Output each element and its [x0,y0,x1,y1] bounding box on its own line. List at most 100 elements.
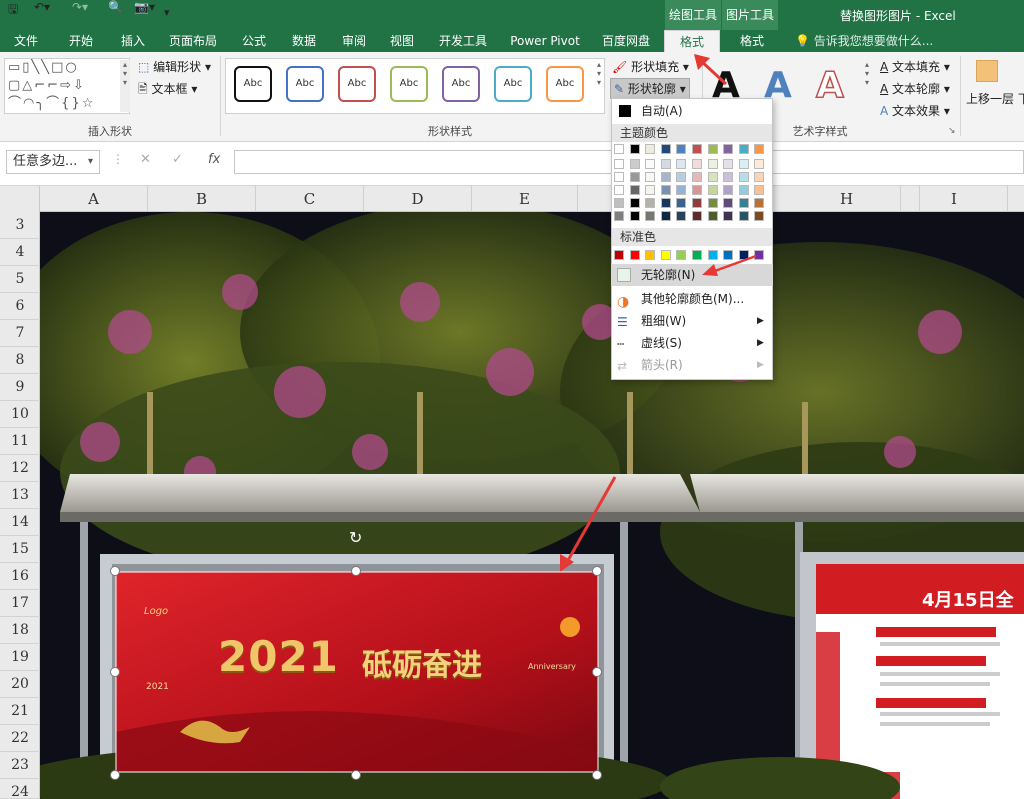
tell-me-box[interactable]: 💡 告诉我您想要做什么... [795,30,933,52]
color-swatch[interactable] [614,211,624,221]
menu-item-arrows[interactable]: ⇄ 箭头(R) ▶ [611,354,773,376]
camera-icon[interactable]: 📷▾ [134,0,155,14]
color-swatch[interactable] [692,159,702,169]
color-swatch[interactable] [676,144,687,154]
cancel-icon[interactable]: ✕ [140,152,151,167]
tab-insert[interactable]: 插入 [110,30,156,52]
color-swatch[interactable] [645,159,656,169]
row-header[interactable]: 12 [0,455,40,482]
style-thumb[interactable]: Abc [286,66,324,102]
row-header[interactable]: 11 [0,428,40,455]
color-swatch[interactable] [754,172,765,182]
color-swatch[interactable] [707,144,718,154]
customize-qat-icon[interactable]: ▾ [164,6,170,19]
color-swatch[interactable] [754,159,765,169]
color-swatch[interactable] [738,185,749,195]
color-swatch[interactable] [614,159,624,169]
text-effects-button[interactable]: A 文本效果 ▾ [880,102,950,119]
color-swatch[interactable] [660,198,671,208]
row-header[interactable]: 19 [0,644,40,671]
tab-power-pivot[interactable]: Power Pivot [504,30,586,52]
standard-color-swatch[interactable] [645,250,656,260]
resize-handle[interactable] [351,770,361,780]
color-swatch[interactable] [754,185,765,195]
select-all-corner[interactable] [0,186,40,212]
tab-home[interactable]: 开始 [58,30,104,52]
menu-item-more-colors[interactable]: ◑ 其他轮廓颜色(M)... [611,288,773,310]
tab-view[interactable]: 视图 [380,30,424,52]
resize-handle[interactable] [592,667,602,677]
color-swatch[interactable] [660,185,671,195]
color-swatch[interactable] [676,185,687,195]
resize-handle[interactable] [351,566,361,576]
color-swatch[interactable] [707,172,718,182]
row-header[interactable]: 3 [0,212,40,239]
color-swatch[interactable] [723,144,734,154]
color-swatch[interactable] [692,185,702,195]
enter-icon[interactable]: ✓ [172,152,183,167]
text-fill-button[interactable]: A 文本填充 ▾ [880,58,950,75]
row-header[interactable]: 7 [0,320,40,347]
text-box-button[interactable]: 🖹 文本框 ▾ [138,80,197,101]
row-header[interactable]: 22 [0,725,40,752]
column-header[interactable]: E [472,186,578,212]
color-swatch[interactable] [629,211,640,221]
color-swatch[interactable] [707,159,718,169]
tab-page-layout[interactable]: 页面布局 [162,30,224,52]
style-thumb[interactable]: Abc [546,66,584,102]
color-swatch[interactable] [754,144,765,154]
column-header[interactable]: I [900,186,1008,212]
standard-color-swatch[interactable] [676,250,687,260]
row-header[interactable]: 23 [0,752,40,779]
color-swatch[interactable] [629,159,640,169]
resize-handle[interactable] [110,770,120,780]
resize-handle[interactable] [110,667,120,677]
styles-scroll[interactable]: ▴ ▾ ▾ [594,60,604,112]
color-swatch[interactable] [614,185,624,195]
shape-outline-button[interactable]: ✎ 形状轮廓 ▾ [610,78,690,99]
color-swatch[interactable] [723,172,734,182]
save-icon[interactable]: 🖫 [8,0,18,21]
name-box[interactable]: 任意多边... ▾ [6,150,100,174]
color-swatch[interactable] [660,211,671,221]
rotate-handle-icon[interactable]: ↻ [349,528,362,547]
color-swatch[interactable] [707,211,718,221]
tab-review[interactable]: 审阅 [332,30,376,52]
color-swatch[interactable] [754,211,765,221]
column-header[interactable]: H [774,186,920,212]
row-header[interactable]: 9 [0,374,40,401]
color-swatch[interactable] [692,172,702,182]
column-header[interactable]: D [364,186,472,212]
edit-shape-button[interactable]: ⬚ 编辑形状 ▾ [138,58,211,75]
color-swatch[interactable] [692,144,702,154]
row-header[interactable]: 13 [0,482,40,509]
row-header[interactable]: 21 [0,698,40,725]
color-swatch[interactable] [614,144,624,154]
tab-formulas[interactable]: 公式 [232,30,276,52]
style-thumb[interactable]: Abc [494,66,532,102]
row-header[interactable]: 14 [0,509,40,536]
bring-forward-button[interactable]: 上移一层 下 [966,90,1024,107]
menu-item-automatic[interactable]: 自动(A) [611,100,773,122]
tab-data[interactable]: 数据 [282,30,326,52]
column-header[interactable]: C [256,186,364,212]
color-swatch[interactable] [707,185,718,195]
text-outline-button[interactable]: A 文本轮廓 ▾ [880,80,950,97]
color-swatch[interactable] [645,198,656,208]
row-header[interactable]: 15 [0,536,40,563]
color-swatch[interactable] [723,211,734,221]
undo-icon[interactable]: ↶▾ [34,0,50,14]
resize-handle[interactable] [592,566,602,576]
row-header[interactable]: 16 [0,563,40,590]
color-swatch[interactable] [629,172,640,182]
style-thumb[interactable]: Abc [234,66,272,102]
standard-color-swatch[interactable] [629,250,640,260]
tab-baidu-netdisk[interactable]: 百度网盘 [594,30,658,52]
chevron-down-icon[interactable]: ▾ [88,151,93,173]
color-swatch[interactable] [629,144,640,154]
standard-color-swatch[interactable] [614,250,624,260]
standard-color-swatch[interactable] [660,250,671,260]
color-swatch[interactable] [645,211,656,221]
color-swatch[interactable] [676,198,687,208]
color-swatch[interactable] [676,172,687,182]
